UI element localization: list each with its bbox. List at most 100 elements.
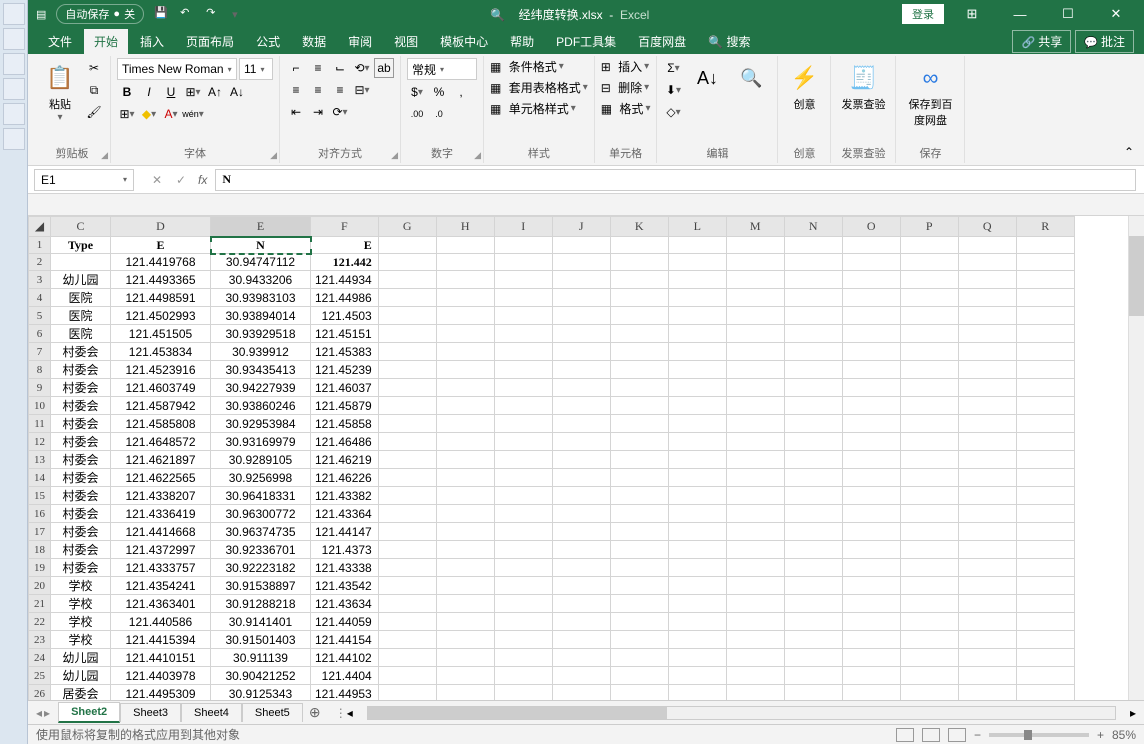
cell[interactable] [900, 505, 958, 523]
cell[interactable]: 30.94227939 [211, 379, 311, 397]
cell[interactable] [1016, 487, 1074, 505]
table-format-button[interactable]: ▦ 套用表格格式▾ [490, 79, 588, 96]
row-header[interactable]: 20 [29, 577, 51, 595]
col-header-L[interactable]: L [668, 217, 726, 237]
cell[interactable] [668, 505, 726, 523]
cell[interactable] [784, 289, 842, 307]
cell[interactable] [436, 505, 494, 523]
col-header-P[interactable]: P [900, 217, 958, 237]
cell[interactable] [784, 613, 842, 631]
cell[interactable]: 121.43542 [311, 577, 379, 595]
cell[interactable]: 30.93860246 [211, 397, 311, 415]
align-middle-icon[interactable]: ≡ [308, 58, 328, 78]
cell[interactable] [726, 505, 784, 523]
cell[interactable]: 121.46219 [311, 451, 379, 469]
zoom-in-icon[interactable]: + [1097, 728, 1104, 742]
cell[interactable] [610, 469, 668, 487]
cell[interactable]: 121.4338207 [111, 487, 211, 505]
cell[interactable]: 121.4523916 [111, 361, 211, 379]
cell[interactable] [900, 451, 958, 469]
font-shrink-icon[interactable]: A↓ [227, 82, 247, 102]
cell[interactable] [436, 613, 494, 631]
cell[interactable] [958, 397, 1016, 415]
cell[interactable]: 学校 [51, 631, 111, 649]
cell[interactable] [958, 237, 1016, 254]
col-header-M[interactable]: M [726, 217, 784, 237]
cell[interactable] [784, 685, 842, 701]
cell[interactable] [668, 469, 726, 487]
creative-button[interactable]: ⚡创意 [784, 58, 824, 116]
cell[interactable] [900, 289, 958, 307]
cell[interactable] [494, 433, 552, 451]
cell[interactable] [900, 325, 958, 343]
merge-icon[interactable]: ⊟▾ [352, 80, 372, 100]
cell[interactable]: 村委会 [51, 505, 111, 523]
cell[interactable]: 30.92223182 [211, 559, 311, 577]
cell[interactable] [436, 397, 494, 415]
align-dialog-icon[interactable]: ◢ [391, 150, 398, 161]
cell[interactable] [842, 685, 900, 701]
cell[interactable] [842, 595, 900, 613]
cell[interactable]: 121.4419768 [111, 254, 211, 271]
cell[interactable]: 学校 [51, 613, 111, 631]
cell[interactable] [668, 523, 726, 541]
cell[interactable] [842, 469, 900, 487]
cell[interactable] [784, 237, 842, 254]
cell[interactable] [726, 541, 784, 559]
page-layout-icon[interactable] [922, 728, 940, 742]
cell[interactable] [494, 667, 552, 685]
formula-bar[interactable]: N [215, 169, 1136, 191]
cell[interactable] [610, 237, 668, 254]
fill-color-icon[interactable]: ◆▾ [139, 104, 159, 124]
tab-help[interactable]: 帮助 [500, 29, 544, 54]
cell[interactable] [494, 631, 552, 649]
cell[interactable] [378, 577, 436, 595]
cell[interactable]: 幼儿园 [51, 667, 111, 685]
tab-search[interactable]: 🔍 搜索 [698, 29, 760, 54]
cell[interactable]: 30.92336701 [211, 541, 311, 559]
hscroll-right-icon[interactable]: ▸ [1130, 706, 1136, 720]
cell[interactable] [494, 451, 552, 469]
cell[interactable] [610, 595, 668, 613]
cell[interactable] [552, 577, 610, 595]
cell[interactable] [378, 254, 436, 271]
minimize-icon[interactable]: — [1000, 1, 1040, 27]
cell[interactable] [726, 254, 784, 271]
cell[interactable] [668, 379, 726, 397]
cell[interactable]: 村委会 [51, 343, 111, 361]
cell[interactable] [842, 343, 900, 361]
cell[interactable] [842, 307, 900, 325]
col-header-R[interactable]: R [1016, 217, 1074, 237]
cell[interactable]: 30.93894014 [211, 307, 311, 325]
cell[interactable] [726, 577, 784, 595]
cell[interactable]: 121.44147 [311, 523, 379, 541]
cell[interactable] [378, 469, 436, 487]
row-header[interactable]: 21 [29, 595, 51, 613]
cell[interactable] [726, 415, 784, 433]
cell[interactable] [494, 469, 552, 487]
cell[interactable]: 121.4363401 [111, 595, 211, 613]
cell[interactable] [842, 523, 900, 541]
cell[interactable] [552, 505, 610, 523]
cell[interactable] [1016, 505, 1074, 523]
cell[interactable]: 121.45239 [311, 361, 379, 379]
cell[interactable] [436, 559, 494, 577]
row-header[interactable]: 4 [29, 289, 51, 307]
cell[interactable]: 村委会 [51, 379, 111, 397]
cell[interactable]: 村委会 [51, 487, 111, 505]
save-icon[interactable]: 💾 [154, 6, 170, 22]
sort-filter-button[interactable]: A↓ [687, 58, 727, 98]
cell[interactable] [51, 254, 111, 271]
align-bottom-icon[interactable]: ⌙ [330, 58, 350, 78]
horizontal-scrollbar[interactable] [367, 706, 1116, 720]
ribbon-display-icon[interactable]: ⊞ [952, 1, 992, 27]
cell[interactable] [726, 397, 784, 415]
row-header[interactable]: 10 [29, 397, 51, 415]
cell[interactable] [1016, 523, 1074, 541]
cell[interactable] [378, 685, 436, 701]
font-grow-icon[interactable]: A↑ [205, 82, 225, 102]
cell[interactable] [610, 397, 668, 415]
cell[interactable] [726, 487, 784, 505]
cell[interactable] [726, 649, 784, 667]
cell[interactable]: 121.440586 [111, 613, 211, 631]
